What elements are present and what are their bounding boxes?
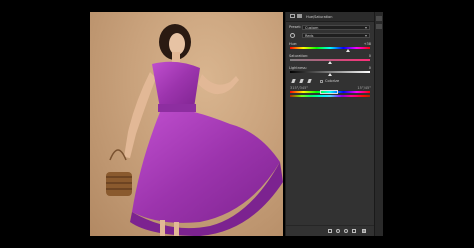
panel-header: Hue/Saturation — [286, 12, 375, 22]
colorize-checkbox[interactable] — [320, 79, 323, 83]
adjustment-layer-icon[interactable] — [290, 14, 295, 18]
photo-woman-in-dress — [106, 24, 283, 236]
hue-label: Hue: — [289, 42, 298, 46]
stage: Hue/Saturation Preset: Custom Reds Hue: … — [0, 0, 474, 248]
saturation-label: Saturation: — [289, 54, 309, 58]
saturation-slider-thumb[interactable] — [328, 61, 332, 64]
channel-dropdown[interactable]: Reds — [302, 32, 370, 38]
panel-bottom-toolbar — [286, 225, 375, 236]
reset-icon[interactable] — [344, 229, 348, 233]
preset-label: Preset: — [289, 25, 302, 29]
hue-slider-thumb[interactable] — [346, 49, 350, 52]
eyedropper-icon[interactable] — [291, 79, 296, 83]
preset-dropdown[interactable]: Custom — [302, 24, 370, 30]
colorize-label: Colorize — [325, 79, 340, 83]
saturation-value[interactable]: 0 — [369, 54, 371, 58]
channel-value: Reds — [305, 33, 314, 38]
range-right-readout: 15°/45° — [357, 86, 371, 90]
color-range-selector[interactable] — [320, 90, 338, 94]
eyedropper-plus-icon[interactable] — [299, 79, 304, 83]
target-adjust-icon[interactable] — [290, 33, 295, 38]
lightness-slider-thumb[interactable] — [328, 73, 332, 76]
range-left-readout: 315°/345° — [290, 86, 309, 90]
dock-panel-icon[interactable] — [376, 24, 382, 29]
mask-icon[interactable] — [297, 14, 302, 18]
visibility-eye-icon[interactable] — [352, 229, 356, 233]
document-canvas[interactable] — [90, 12, 283, 236]
lightness-value[interactable]: 0 — [369, 66, 371, 70]
eyedropper-minus-icon[interactable] — [307, 79, 312, 83]
color-range-bar-bottom — [290, 95, 370, 97]
dock-panel-icon[interactable] — [376, 16, 382, 21]
preset-value: Custom — [305, 25, 319, 30]
lightness-label: Lightness: — [289, 66, 307, 70]
chevron-down-icon — [365, 26, 367, 29]
hue-slider-track[interactable] — [290, 47, 370, 49]
view-previous-icon[interactable] — [336, 229, 340, 233]
chevron-down-icon — [365, 34, 367, 37]
hue-value[interactable]: +38 — [364, 42, 371, 46]
clip-to-layer-icon[interactable] — [328, 229, 332, 233]
panel-title: Hue/Saturation — [306, 14, 333, 19]
properties-panel: Hue/Saturation Preset: Custom Reds Hue: … — [285, 12, 375, 236]
collapsed-panel-dock — [374, 12, 383, 236]
delete-icon[interactable] — [362, 229, 366, 233]
